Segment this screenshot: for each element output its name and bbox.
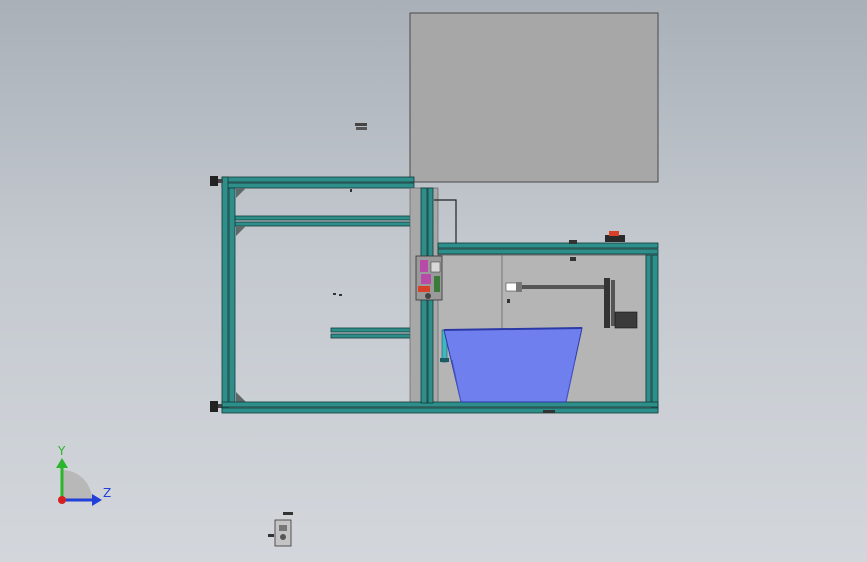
loose-bracket-part[interactable]: [268, 512, 293, 547]
cad-viewport[interactable]: Y Z: [0, 0, 867, 562]
triad-arc: [62, 470, 92, 500]
loose-fastener-part[interactable]: [355, 123, 367, 130]
linear-carriage[interactable]: [415, 255, 443, 301]
frame-left-top-rail[interactable]: [221, 176, 415, 189]
frame-bottom-rail[interactable]: [221, 401, 659, 414]
sensor-bracket: [569, 240, 577, 244]
leveling-foot-top[interactable]: [210, 176, 223, 186]
rail-clip: [570, 257, 576, 261]
cabinet-panel[interactable]: [409, 12, 659, 183]
belt-pulley[interactable]: [604, 278, 615, 328]
frame-left-mid-rail[interactable]: [234, 215, 416, 227]
horizontal-arm[interactable]: [330, 327, 415, 339]
z-axis-label: Z: [103, 486, 111, 500]
frame-right-post[interactable]: [645, 254, 659, 413]
y-axis-label: Y: [57, 444, 66, 458]
blue-hopper[interactable]: [443, 327, 583, 403]
coordinate-triad: Y Z: [56, 444, 111, 506]
frame-right-top-rail[interactable]: [437, 242, 659, 255]
z-axis-arrow: [92, 494, 102, 506]
x-axis-dot: [58, 496, 66, 504]
emergency-stop[interactable]: [605, 231, 625, 242]
frame-left-post[interactable]: [221, 176, 236, 413]
drive-motor[interactable]: [614, 311, 638, 329]
leveling-foot-bottom[interactable]: [210, 401, 223, 412]
y-axis-arrow: [56, 458, 68, 468]
